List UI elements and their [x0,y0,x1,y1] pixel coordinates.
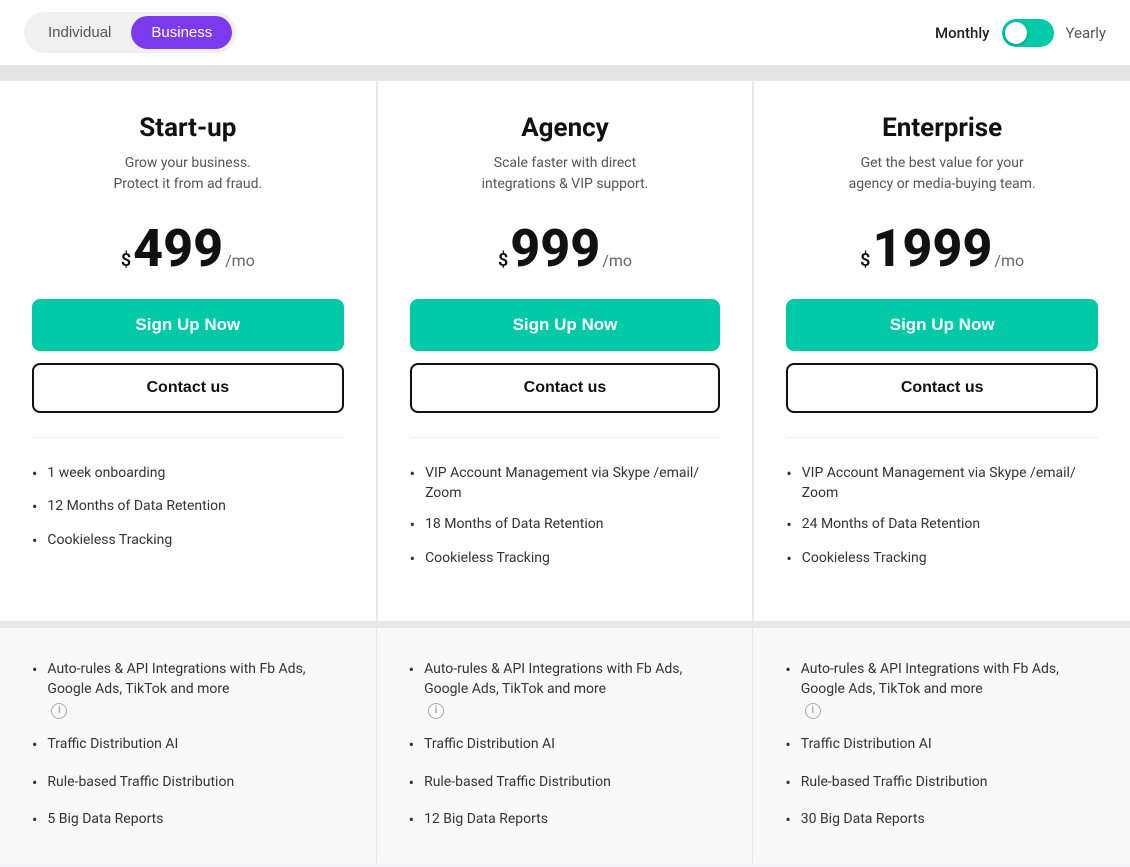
startup-plan-name: Start-up [32,113,344,143]
startup-feature-2: 12 Months of Data Retention [32,491,344,524]
startup-bottom-feature-4: 5 Big Data Reports [32,802,344,839]
agency-bottom-feature-4: 12 Big Data Reports [409,802,721,839]
agency-features-bottom: Auto-rules & API Integrations with Fb Ad… [377,628,754,863]
startup-features-top: 1 week onboarding 12 Months of Data Rete… [32,437,344,597]
startup-bottom-feature-2: Traffic Distribution AI [32,727,344,764]
enterprise-bottom-feature-1-text: Auto-rules & API Integrations with Fb Ad… [801,660,1098,719]
enterprise-contact-button[interactable]: Contact us [786,363,1098,413]
enterprise-feature-3: Cookieless Tracking [786,543,1098,576]
startup-bottom-feature-3: Rule-based Traffic Distribution [32,765,344,802]
enterprise-plan-card: Enterprise Get the best value for yourag… [753,80,1130,622]
startup-price-amount: 499 [133,223,223,275]
enterprise-features-bottom: Auto-rules & API Integrations with Fb Ad… [753,628,1130,863]
individual-tab[interactable]: Individual [28,16,131,49]
toggle-knob [1005,22,1027,44]
enterprise-features-top: VIP Account Management via Skype /email/… [786,437,1098,597]
enterprise-bottom-feature-2: Traffic Distribution AI [785,727,1098,764]
enterprise-plan-desc: Get the best value for youragency or med… [786,153,1098,195]
agency-plan-name: Agency [410,113,721,143]
startup-plan-card: Start-up Grow your business.Protect it f… [0,80,377,622]
enterprise-bottom-feature-3: Rule-based Traffic Distribution [785,765,1098,802]
enterprise-price-row: $ 1999 /mo [786,223,1098,275]
agency-bottom-feature-1-text: Auto-rules & API Integrations with Fb Ad… [424,660,720,719]
enterprise-price-amount: 1999 [872,223,992,275]
agency-bottom-feature-2: Traffic Distribution AI [409,727,721,764]
agency-feature-2: 18 Months of Data Retention [410,509,721,542]
enterprise-price-period: /mo [994,251,1024,270]
startup-price-dollar: $ [121,250,131,271]
top-bar: Individual Business Monthly Yearly [0,0,1130,66]
startup-bottom-feature-1-text: Auto-rules & API Integrations with Fb Ad… [47,660,343,719]
pricing-grid: Start-up Grow your business.Protect it f… [0,80,1130,622]
agency-price-amount: 999 [510,223,600,275]
agency-price-row: $ 999 /mo [410,223,721,275]
agency-price-dollar: $ [498,250,508,271]
agency-bottom-feature-1: Auto-rules & API Integrations with Fb Ad… [409,652,721,727]
sub-bar [0,66,1130,80]
agency-price-period: /mo [602,251,632,270]
startup-signup-button[interactable]: Sign Up Now [32,299,344,351]
enterprise-bottom-feature-1: Auto-rules & API Integrations with Fb Ad… [785,652,1098,727]
agency-bottom-feature-3: Rule-based Traffic Distribution [409,765,721,802]
enterprise-price-dollar: $ [860,250,870,271]
agency-features-top: VIP Account Management via Skype /email/… [410,437,721,597]
startup-feature-3: Cookieless Tracking [32,525,344,558]
features-bottom-section: Auto-rules & API Integrations with Fb Ad… [0,622,1130,863]
enterprise-feature-2: 24 Months of Data Retention [786,509,1098,542]
info-icon: i [805,703,821,719]
enterprise-feature-1: VIP Account Management via Skype /email/… [786,458,1098,509]
monthly-label: Monthly [935,24,989,42]
enterprise-bottom-feature-4: 30 Big Data Reports [785,802,1098,839]
startup-price-period: /mo [225,251,255,270]
enterprise-plan-name: Enterprise [786,113,1098,143]
billing-toggle: Monthly Yearly [935,19,1106,47]
agency-plan-desc: Scale faster with directintegrations & V… [410,153,721,195]
agency-signup-button[interactable]: Sign Up Now [410,299,721,351]
plan-type-toggle: Individual Business [24,12,236,53]
info-icon: i [428,703,444,719]
startup-feature-1: 1 week onboarding [32,458,344,491]
billing-switch[interactable] [1002,19,1054,47]
startup-plan-desc: Grow your business.Protect it from ad fr… [32,153,344,195]
agency-feature-1: VIP Account Management via Skype /email/… [410,458,721,509]
startup-price-row: $ 499 /mo [32,223,344,275]
startup-bottom-feature-1: Auto-rules & API Integrations with Fb Ad… [32,652,344,727]
agency-contact-button[interactable]: Contact us [410,363,721,413]
info-icon: i [51,703,67,719]
business-tab[interactable]: Business [131,16,232,49]
enterprise-signup-button[interactable]: Sign Up Now [786,299,1098,351]
agency-feature-3: Cookieless Tracking [410,543,721,576]
startup-features-bottom: Auto-rules & API Integrations with Fb Ad… [0,628,377,863]
yearly-label: Yearly [1066,24,1106,42]
agency-plan-card: Agency Scale faster with directintegrati… [377,80,754,622]
startup-contact-button[interactable]: Contact us [32,363,344,413]
